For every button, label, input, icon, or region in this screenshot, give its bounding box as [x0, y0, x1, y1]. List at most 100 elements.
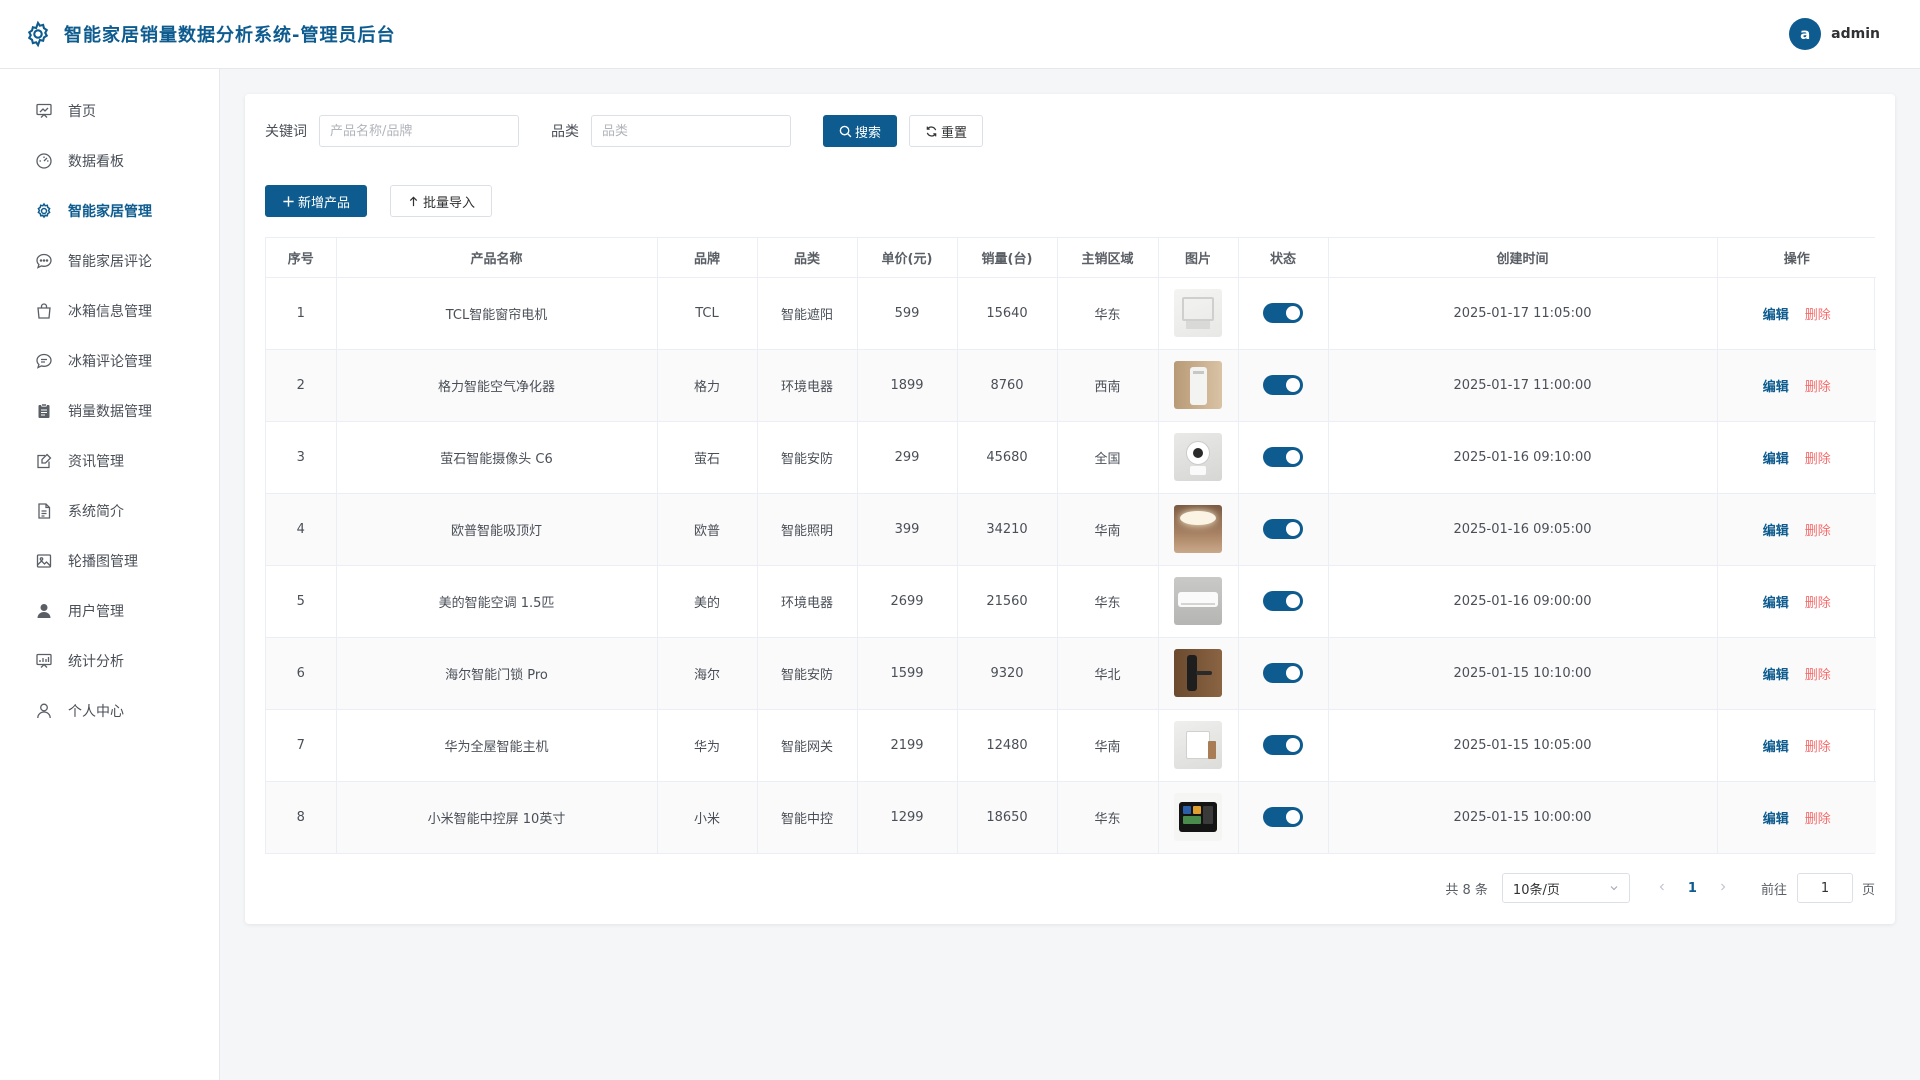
chevron-right-icon: [1721, 883, 1726, 890]
next-page-button[interactable]: [1713, 881, 1733, 896]
page-number-current[interactable]: 1: [1688, 881, 1697, 896]
column-header-actions: 操作: [1717, 238, 1876, 278]
category-input[interactable]: [591, 115, 791, 147]
status-toggle[interactable]: [1263, 735, 1303, 755]
edit-button[interactable]: 编辑: [1763, 308, 1789, 323]
clipboard-icon: [38, 403, 50, 418]
edit-button[interactable]: 编辑: [1763, 812, 1789, 827]
sidebar-item-statistics[interactable]: 统计分析: [0, 636, 219, 686]
cell-region: 华东: [1057, 277, 1159, 350]
sidebar-item-carousel[interactable]: 轮播图管理: [0, 536, 219, 586]
search-button[interactable]: 搜索: [823, 115, 897, 147]
cell-index: 5: [266, 565, 337, 638]
delete-button[interactable]: 删除: [1805, 668, 1831, 683]
search-button-label: 搜索: [855, 125, 882, 141]
status-toggle[interactable]: [1263, 375, 1303, 395]
top-bar: 智能家居销量数据分析系统-管理员后台 a admin: [0, 0, 1920, 69]
delete-button[interactable]: 删除: [1805, 380, 1831, 395]
cell-created: 2025-01-16 09:00:00: [1328, 565, 1718, 638]
status-toggle[interactable]: [1263, 447, 1303, 467]
sidebar-item-home[interactable]: 首页: [0, 86, 219, 136]
edit-button[interactable]: 编辑: [1763, 740, 1789, 755]
batch-import-label: 批量导入: [422, 195, 475, 211]
sidebar-item-label: 智能家居管理: [68, 204, 152, 220]
chat-line-icon: [36, 353, 52, 369]
prev-page-button[interactable]: [1652, 881, 1672, 896]
cell-image: [1158, 637, 1239, 710]
column-header-price: 单价(元): [857, 238, 958, 278]
delete-button[interactable]: 删除: [1805, 740, 1831, 755]
product-thumbnail-camera[interactable]: [1174, 433, 1222, 481]
delete-button[interactable]: 删除: [1805, 524, 1831, 539]
product-thumbnail-door-lock[interactable]: [1174, 649, 1222, 697]
username[interactable]: admin: [1831, 26, 1880, 42]
sidebar-item-users[interactable]: 用户管理: [0, 586, 219, 636]
status-toggle[interactable]: [1263, 807, 1303, 828]
cell-price: 1899: [857, 349, 958, 422]
delete-button[interactable]: 删除: [1805, 812, 1831, 827]
cell-status: [1238, 277, 1329, 350]
sidebar-item-system-intro[interactable]: 系统简介: [0, 486, 219, 536]
product-thumbnail-air-purifier[interactable]: [1174, 361, 1222, 409]
cell-name: 萤石智能摄像头 C6: [336, 421, 658, 494]
delete-button[interactable]: 删除: [1805, 308, 1831, 323]
goto-label: 前往: [1760, 882, 1787, 898]
cell-image: [1158, 709, 1239, 782]
edit-button[interactable]: 编辑: [1763, 596, 1789, 611]
cell-status: [1238, 781, 1329, 853]
filter-bar: 关键词 品类 搜索 重置: [265, 115, 983, 147]
sidebar-item-smart-home[interactable]: 智能家居管理: [0, 186, 219, 236]
cell-created: 2025-01-15 10:00:00: [1328, 781, 1718, 853]
product-thumbnail-control-screen[interactable]: [1174, 793, 1222, 842]
cell-actions: 编辑 删除: [1717, 349, 1876, 422]
sidebar-item-smart-home-comments[interactable]: 智能家居评论: [0, 236, 219, 286]
cell-name: TCL智能窗帘电机: [336, 277, 658, 350]
column-header-name: 产品名称: [336, 238, 658, 278]
cell-price: 2699: [857, 565, 958, 638]
edit-button[interactable]: 编辑: [1763, 668, 1789, 683]
cell-actions: 编辑 删除: [1717, 565, 1876, 638]
status-toggle[interactable]: [1263, 303, 1303, 323]
product-thumbnail-ceiling-light[interactable]: [1174, 505, 1222, 553]
edit-button[interactable]: 编辑: [1763, 380, 1789, 395]
delete-button[interactable]: 删除: [1805, 596, 1831, 611]
user-menu[interactable]: a admin: [1789, 18, 1880, 50]
chevron-down-icon: [1610, 886, 1618, 891]
delete-button[interactable]: 删除: [1805, 452, 1831, 467]
reset-button-label: 重置: [941, 125, 968, 141]
product-thumbnail-curtain-motor[interactable]: [1174, 289, 1222, 337]
cell-name: 小米智能中控屏 10英寸: [336, 781, 658, 853]
edit-button[interactable]: 编辑: [1763, 524, 1789, 539]
sidebar-item-dashboard[interactable]: 数据看板: [0, 136, 219, 186]
sidebar-item-fridge-comments[interactable]: 冰箱评论管理: [0, 336, 219, 386]
cell-price: 2199: [857, 709, 958, 782]
batch-import-button[interactable]: 批量导入: [390, 185, 492, 217]
edit-button[interactable]: 编辑: [1763, 452, 1789, 467]
cell-created: 2025-01-17 11:00:00: [1328, 349, 1718, 422]
add-product-button[interactable]: 新增产品: [265, 185, 367, 217]
sidebar-item-profile[interactable]: 个人中心: [0, 686, 219, 736]
keyword-input[interactable]: [319, 115, 519, 147]
keyword-label: 关键词: [265, 124, 307, 140]
page-size-select[interactable]: 10条/页: [1501, 873, 1630, 903]
product-thumbnail-air-conditioner[interactable]: [1174, 577, 1222, 625]
sidebar-item-fridge-info[interactable]: 冰箱信息管理: [0, 286, 219, 336]
sidebar-item-news[interactable]: 资讯管理: [0, 436, 219, 486]
reset-button[interactable]: 重置: [909, 115, 983, 147]
product-thumbnail-smart-host[interactable]: [1174, 721, 1222, 769]
avatar[interactable]: a: [1789, 18, 1822, 50]
table-row: 6 海尔智能门锁 Pro 海尔 智能安防 1599 9320 华北 2025-0…: [266, 637, 1876, 710]
sidebar-item-label: 资讯管理: [68, 454, 124, 470]
sidebar-item-sales-data[interactable]: 销量数据管理: [0, 386, 219, 436]
cell-index: 2: [266, 349, 337, 422]
cell-price: 599: [857, 277, 958, 350]
cell-status: [1238, 637, 1329, 710]
status-toggle[interactable]: [1263, 591, 1303, 611]
document-icon: [38, 503, 51, 519]
goto-page-input[interactable]: 1: [1796, 873, 1853, 903]
cell-created: 2025-01-15 10:05:00: [1328, 709, 1718, 782]
status-toggle[interactable]: [1263, 663, 1303, 683]
cell-actions: 编辑 删除: [1717, 637, 1876, 710]
cell-image: [1158, 493, 1239, 566]
status-toggle[interactable]: [1263, 519, 1303, 539]
